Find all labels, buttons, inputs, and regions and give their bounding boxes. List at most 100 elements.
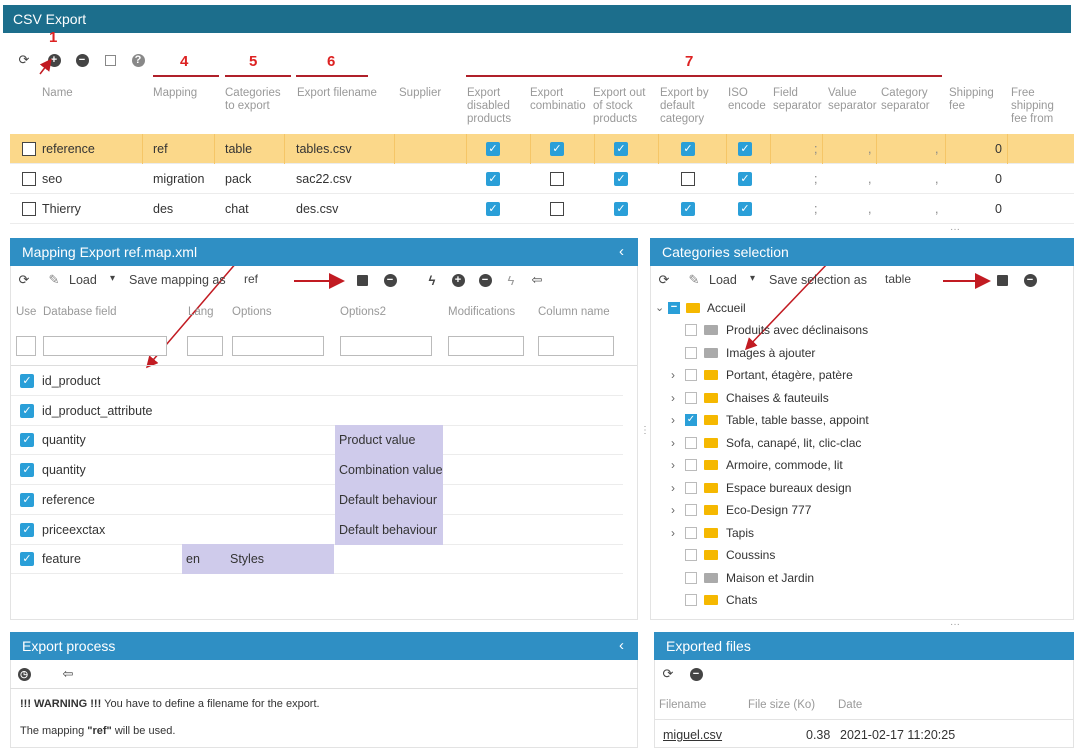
load-dropdown-icon[interactable]: ▾ xyxy=(110,273,115,284)
category-item[interactable]: Coussins xyxy=(655,544,1055,566)
category-checkbox[interactable] xyxy=(685,504,697,516)
col-free-shipping[interactable]: Free shipping fee from xyxy=(1011,87,1071,126)
partial-check-icon[interactable]: − xyxy=(668,302,680,314)
chevron-right-icon[interactable]: › xyxy=(671,364,675,386)
filter-modifications[interactable] xyxy=(448,336,524,356)
col-categories[interactable]: Categories to export xyxy=(225,87,287,113)
mapping-use-checkbox[interactable]: ✓ xyxy=(20,492,34,507)
filter-use[interactable] xyxy=(16,336,36,356)
mapping-use-checkbox[interactable]: ✓ xyxy=(20,433,34,448)
chevron-left-icon[interactable]: ‹ xyxy=(619,238,624,266)
chevron-down-icon[interactable]: ⌄ xyxy=(655,297,664,319)
refresh-icon[interactable]: ⟳ xyxy=(656,272,672,288)
mapping-use-checkbox[interactable]: ✓ xyxy=(20,403,34,418)
checkbox-outofstock[interactable]: ✓ xyxy=(614,172,628,186)
category-item[interactable]: Chats xyxy=(655,589,1055,611)
filter-column-name[interactable] xyxy=(538,336,614,356)
col-name[interactable]: Name xyxy=(42,87,73,100)
category-checkbox[interactable] xyxy=(685,549,697,561)
checkbox-outofstock[interactable]: ✓ xyxy=(614,142,628,156)
category-checkbox[interactable] xyxy=(685,369,697,381)
refresh-icon[interactable]: ⟳ xyxy=(660,666,676,682)
files-col-filename[interactable]: Filename xyxy=(659,699,706,712)
category-item[interactable]: › Espace bureaux design xyxy=(655,477,1055,499)
mapping-row[interactable]: ✓ id_product_attribute xyxy=(11,396,623,426)
category-checkbox[interactable] xyxy=(685,346,697,359)
checkbox-bydefault[interactable]: ✓ xyxy=(681,202,695,216)
mapping-row[interactable]: ✓ reference Default behaviour xyxy=(11,484,623,515)
row-select-checkbox[interactable] xyxy=(22,172,36,186)
col-field-sep[interactable]: Field separator xyxy=(773,87,825,113)
chevron-right-icon[interactable]: › xyxy=(671,409,675,431)
clock-icon[interactable]: ◷ xyxy=(16,666,32,682)
chevron-right-icon[interactable]: › xyxy=(671,499,675,521)
mapping-options2[interactable]: Default behaviour xyxy=(335,514,443,545)
checkbox-outofstock[interactable]: ✓ xyxy=(614,202,628,216)
category-item[interactable]: › Tapis xyxy=(655,522,1055,544)
row-select-checkbox[interactable] xyxy=(22,202,36,216)
load-dropdown-icon[interactable]: ▾ xyxy=(750,273,755,284)
mapping-use-checkbox[interactable]: ✓ xyxy=(20,552,34,567)
remove-icon[interactable]: − xyxy=(688,666,704,682)
category-item[interactable]: › ✓ Table, table basse, appoint xyxy=(655,409,1055,431)
col-combination[interactable]: Export combinatio xyxy=(530,87,588,115)
chevron-left-icon[interactable]: ‹ xyxy=(619,632,624,660)
mapping-use-checkbox[interactable]: ✓ xyxy=(20,522,34,537)
category-item[interactable]: › Eco-Design 777 xyxy=(655,499,1055,521)
mapping-use-checkbox[interactable]: ✓ xyxy=(20,374,34,388)
chevron-right-icon[interactable]: › xyxy=(671,522,675,544)
checkbox-iso[interactable]: ✓ xyxy=(738,172,752,186)
filter-options2[interactable] xyxy=(340,336,432,356)
mapping-row[interactable]: ✓ priceexctax Default behaviour xyxy=(11,514,623,545)
checkbox-combination[interactable] xyxy=(550,172,564,186)
lightning-icon[interactable]: ϟ xyxy=(424,272,440,288)
refresh-icon[interactable]: ⟳ xyxy=(16,272,32,288)
load-button[interactable]: Load xyxy=(69,273,97,287)
save-icon[interactable] xyxy=(994,272,1010,288)
checkbox-bydefault[interactable]: ✓ xyxy=(681,142,695,156)
mapping-options2[interactable]: Default behaviour xyxy=(335,484,443,515)
export-row[interactable]: reference ref table tables.csv ✓ ✓ ✓ ✓ ✓;,, 0 xyxy=(10,134,1074,164)
category-item[interactable]: › Portant, étagère, patère xyxy=(655,364,1055,386)
row-select-checkbox[interactable] xyxy=(22,142,36,156)
category-checkbox[interactable] xyxy=(685,391,697,404)
lightning-off-icon[interactable]: ϟ xyxy=(503,272,519,288)
col-disabled[interactable]: Export disabled products xyxy=(467,87,525,126)
col-bydefault[interactable]: Export by default category xyxy=(660,87,718,126)
selection-name-input[interactable]: table xyxy=(881,270,941,290)
remove-icon[interactable]: − xyxy=(74,52,90,68)
mapping-name-input[interactable]: ref xyxy=(240,270,290,290)
category-checkbox[interactable] xyxy=(685,571,697,584)
refresh-icon[interactable]: ⟳ xyxy=(16,52,32,68)
col-filename[interactable]: Export filename xyxy=(297,87,377,100)
export-row[interactable]: Thierry des chat des.csv ✓ ✓ ✓ ✓;,, 0 xyxy=(10,194,1074,224)
col-supplier[interactable]: Supplier xyxy=(399,87,441,100)
filter-lang[interactable] xyxy=(187,336,223,356)
save-icon[interactable] xyxy=(102,52,118,68)
category-checkbox[interactable] xyxy=(685,459,697,471)
back-icon[interactable]: ⇦ xyxy=(60,666,76,682)
mapping-options[interactable]: Styles xyxy=(226,544,334,575)
category-checkbox[interactable] xyxy=(685,594,697,606)
remove-icon[interactable]: − xyxy=(477,272,493,288)
add-icon[interactable]: + xyxy=(450,272,466,288)
tree-root[interactable]: ⌄ − Accueil xyxy=(655,297,1055,319)
mapping-options2[interactable]: Combination value xyxy=(335,455,443,486)
load-button[interactable]: Load xyxy=(709,273,737,287)
filter-db-field[interactable] xyxy=(43,336,167,356)
file-link[interactable]: miguel.csv xyxy=(663,728,722,742)
col-value-sep[interactable]: Value separator xyxy=(828,87,880,113)
files-col-size[interactable]: File size (Ko) xyxy=(748,699,815,712)
mapping-row[interactable]: ✓ feature en Styles xyxy=(11,544,623,575)
checkbox-bydefault[interactable] xyxy=(681,172,695,186)
col-outofstock[interactable]: Export out of stock products xyxy=(593,87,651,126)
checkbox-disabled[interactable]: ✓ xyxy=(486,172,500,186)
mapping-row[interactable]: ✓ id_product xyxy=(11,366,623,396)
col-iso[interactable]: ISO encode xyxy=(728,87,768,113)
category-item[interactable]: › Armoire, commode, lit xyxy=(655,454,1055,476)
chevron-right-icon[interactable]: › xyxy=(671,387,675,409)
col-shipping[interactable]: Shipping fee xyxy=(949,87,999,113)
checkbox-disabled[interactable]: ✓ xyxy=(486,202,500,216)
chevron-right-icon[interactable]: › xyxy=(671,454,675,476)
category-item[interactable]: › Chaises & fauteuils xyxy=(655,387,1055,409)
